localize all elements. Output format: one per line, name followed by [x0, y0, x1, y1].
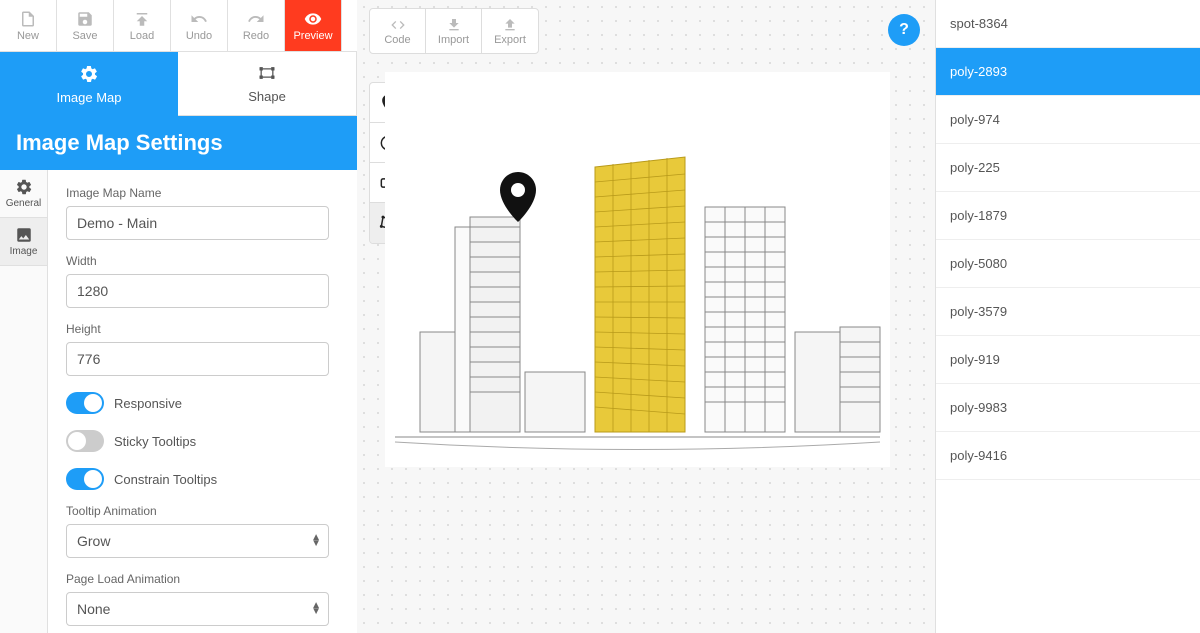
shape-item[interactable]: poly-5080 [936, 240, 1200, 288]
height-input[interactable] [66, 342, 329, 376]
name-input[interactable] [66, 206, 329, 240]
pageload-anim-label: Page Load Animation [66, 572, 329, 586]
shape-item[interactable]: poly-2893 [936, 48, 1200, 96]
import-icon [446, 17, 462, 33]
gear-icon [79, 64, 99, 84]
undo-button[interactable]: Undo [171, 0, 228, 51]
eye-icon [304, 10, 322, 28]
gear-icon [15, 178, 33, 196]
file-icon [19, 10, 37, 28]
new-button[interactable]: New [0, 0, 57, 51]
load-icon [133, 10, 151, 28]
shape-item[interactable]: poly-225 [936, 144, 1200, 192]
canvas-area[interactable]: Code Import Export [357, 0, 935, 633]
preview-button[interactable]: Preview [285, 0, 342, 51]
help-button[interactable]: ? [888, 14, 920, 46]
tab-imagemap[interactable]: Image Map [0, 52, 178, 116]
import-button[interactable]: Import [426, 9, 482, 53]
code-button[interactable]: Code [370, 9, 426, 53]
pageload-anim-select[interactable]: None [66, 592, 329, 626]
sidetab-image[interactable]: Image [0, 218, 47, 266]
shape-icon [257, 63, 277, 83]
redo-button[interactable]: Redo [228, 0, 285, 51]
responsive-toggle[interactable] [66, 392, 104, 414]
width-label: Width [66, 254, 329, 268]
code-icon [390, 17, 406, 33]
export-icon [502, 17, 518, 33]
constrain-tooltips-label: Constrain Tooltips [114, 472, 217, 487]
shape-item[interactable]: poly-919 [936, 336, 1200, 384]
sticky-tooltips-label: Sticky Tooltips [114, 434, 196, 449]
shape-item[interactable]: poly-9416 [936, 432, 1200, 480]
undo-icon [190, 10, 208, 28]
save-icon [76, 10, 94, 28]
tooltip-anim-select[interactable]: Grow [66, 524, 329, 558]
tooltip-anim-label: Tooltip Animation [66, 504, 329, 518]
responsive-label: Responsive [114, 396, 182, 411]
canvas-image[interactable] [385, 72, 890, 467]
shape-item[interactable]: poly-1879 [936, 192, 1200, 240]
constrain-tooltips-toggle[interactable] [66, 468, 104, 490]
redo-icon [247, 10, 265, 28]
shape-item[interactable]: poly-974 [936, 96, 1200, 144]
settings-header: Image Map Settings [0, 116, 357, 170]
shapes-list: spot-8364poly-2893poly-974poly-225poly-1… [935, 0, 1200, 633]
width-input[interactable] [66, 274, 329, 308]
name-label: Image Map Name [66, 186, 329, 200]
shape-item[interactable]: spot-8364 [936, 0, 1200, 48]
sidetab-general[interactable]: General [0, 170, 47, 218]
export-button[interactable]: Export [482, 9, 538, 53]
tab-shape[interactable]: Shape [178, 52, 357, 116]
shape-item[interactable]: poly-9983 [936, 384, 1200, 432]
height-label: Height [66, 322, 329, 336]
image-icon [15, 226, 33, 244]
shape-item[interactable]: poly-3579 [936, 288, 1200, 336]
load-button[interactable]: Load [114, 0, 171, 51]
save-button[interactable]: Save [57, 0, 114, 51]
sticky-tooltips-toggle[interactable] [66, 430, 104, 452]
